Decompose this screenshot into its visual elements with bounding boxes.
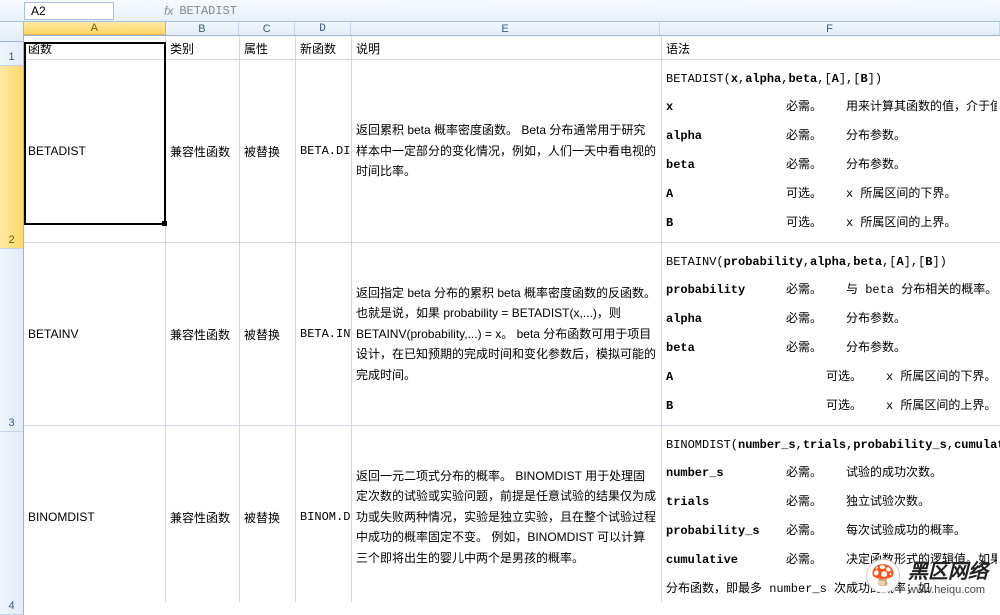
fx-icon[interactable]: fx	[164, 4, 173, 18]
col-header-C[interactable]: C	[239, 22, 295, 35]
cell[interactable]: 兼容性函数	[166, 243, 240, 425]
cell[interactable]: BETA.INV	[296, 243, 352, 425]
cell[interactable]: 兼容性函数	[166, 60, 240, 242]
cell[interactable]: BINOMDIST(number_s,trials,probability_s,…	[662, 426, 1000, 602]
cell[interactable]: 返回一元二项式分布的概率。 BINOMDIST 用于处理固定次数的试验或实验问题…	[352, 426, 662, 602]
col-header-B[interactable]: B	[166, 22, 240, 35]
row-header-3[interactable]: 3	[0, 249, 23, 432]
cell[interactable]: 属性	[240, 36, 296, 59]
cell[interactable]: 返回指定 beta 分布的累积 beta 概率密度函数的反函数。 也就是说，如果…	[352, 243, 662, 425]
cell[interactable]: 返回累积 beta 概率密度函数。 Beta 分布通常用于研究样本中一定部分的变…	[352, 60, 662, 242]
cell[interactable]: 类别	[166, 36, 240, 59]
cell[interactable]: BETADIST	[24, 60, 166, 242]
column-headers: A B C D E F	[24, 22, 1000, 36]
table-row: BETADIST 兼容性函数 被替换 BETA.DIST 返回累积 beta 概…	[24, 60, 1000, 243]
col-header-F[interactable]: F	[660, 22, 1000, 35]
cell[interactable]: 被替换	[240, 60, 296, 242]
cell[interactable]: 被替换	[240, 243, 296, 425]
formula-bar[interactable]: BETADIST	[179, 4, 237, 18]
cell[interactable]: 函数	[24, 36, 166, 59]
col-header-D[interactable]: D	[295, 22, 351, 35]
cell[interactable]: 说明	[352, 36, 662, 59]
cell[interactable]: BETAINV(probability,alpha,beta,[A],[B]) …	[662, 243, 1000, 425]
cell[interactable]: BETAINV	[24, 243, 166, 425]
cell[interactable]: BETADIST(x,alpha,beta,[A],[B]) x必需。用来计算其…	[662, 60, 1000, 242]
row-header-1[interactable]: 1	[0, 42, 23, 66]
syntax-signature: BETAINV(probability,alpha,beta,[A],[B])	[666, 248, 997, 277]
name-box[interactable]: A2	[24, 2, 114, 20]
cell[interactable]: 兼容性函数	[166, 426, 240, 602]
cell[interactable]: BINOM.DIST	[296, 426, 352, 602]
table-row: 函数 类别 属性 新函数 说明 语法	[24, 36, 1000, 60]
cell[interactable]: BINOMDIST	[24, 426, 166, 602]
formula-bar-row: A2 fx BETADIST	[0, 0, 1000, 22]
syntax-signature: BETADIST(x,alpha,beta,[A],[B])	[666, 65, 997, 94]
table-row: BINOMDIST 兼容性函数 被替换 BINOM.DIST 返回一元二项式分布…	[24, 426, 1000, 602]
table-row: BETAINV 兼容性函数 被替换 BETA.INV 返回指定 beta 分布的…	[24, 243, 1000, 426]
syntax-signature: BINOMDIST(number_s,trials,probability_s,…	[666, 431, 997, 460]
row-header-4[interactable]: 4	[0, 432, 23, 615]
select-all-corner[interactable]	[0, 22, 24, 42]
spreadsheet: 1 2 3 4 A B C D E F 函数 类别 属性 新函数 说明 语法	[0, 22, 1000, 602]
cell[interactable]: 被替换	[240, 426, 296, 602]
col-header-E[interactable]: E	[351, 22, 660, 35]
cell[interactable]: 新函数	[296, 36, 352, 59]
cell[interactable]: BETA.DIST	[296, 60, 352, 242]
row-header-2[interactable]: 2	[0, 66, 23, 249]
col-header-A[interactable]: A	[24, 22, 166, 35]
cell[interactable]: 语法	[662, 36, 1000, 59]
